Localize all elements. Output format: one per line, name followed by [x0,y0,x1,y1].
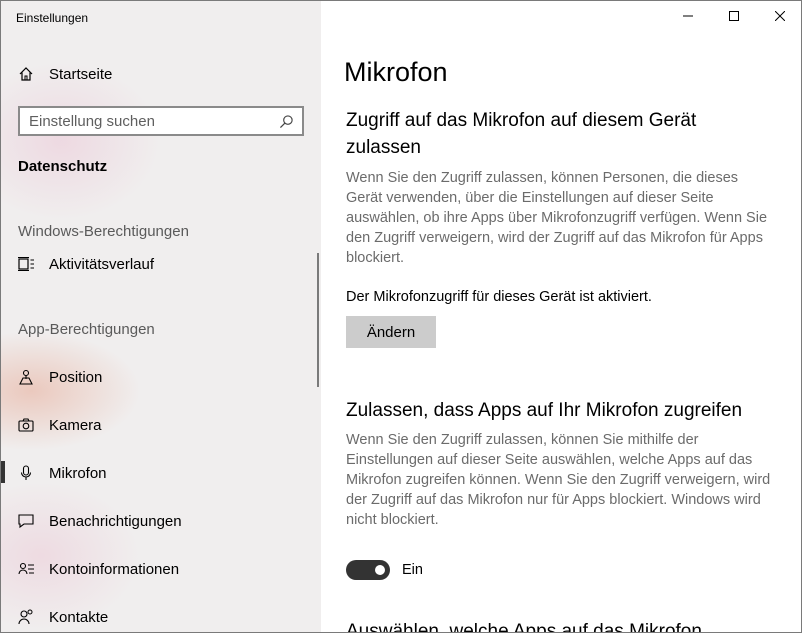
section-heading-app-access: Zulassen, dass Apps auf Ihr Mikrofon zug… [346,400,743,421]
settings-window: Einstellungen Startseite Datenschutz Win… [0,0,802,633]
section-title: Datenschutz [18,158,108,175]
close-icon [774,8,786,26]
section-description-device-access: Wenn Sie den Zugriff zulassen, können Pe… [346,170,768,266]
sidebar-scrollbar[interactable] [317,253,319,387]
search-box[interactable] [18,106,304,136]
camera-icon [17,416,35,434]
sidebar-item-label: Kontakte [49,608,109,626]
sidebar: Einstellungen Startseite Datenschutz Win… [1,1,321,632]
page-title: Mikrofon [344,57,448,87]
section-heading-device-access: Zugriff auf das Mikrofon auf diesem Gerä… [346,110,697,158]
microphone-icon [17,464,35,482]
search-icon[interactable] [276,111,296,131]
sidebar-item-notifications[interactable]: Benachrichtigungen [1,504,321,538]
sidebar-item-account-info[interactable]: Kontoinformationen [1,552,321,586]
sidebar-item-contacts[interactable]: Kontakte [1,600,321,632]
window-title: Einstellungen [16,11,89,25]
location-icon [17,368,35,386]
toggle-knob [375,565,385,575]
main-content: Mikrofon Zugriff auf das Mikrofon auf di… [321,1,801,633]
sidebar-item-label: Position [49,368,103,386]
device-access-status: Der Mikrofonzugriff für dieses Gerät ist… [346,289,652,305]
sidebar-item-home[interactable]: Startseite [1,57,321,91]
sidebar-item-label: Kontoinformationen [49,560,180,578]
search-input[interactable] [20,108,276,134]
account-info-icon [17,560,35,578]
sidebar-item-label: Benachrichtigungen [49,512,182,530]
group-label-apps: App-Berechtigungen [18,321,155,338]
section-heading-choose-apps: Auswählen, welche Apps auf das Mikrofon [346,621,702,633]
maximize-button[interactable] [711,1,757,33]
toggle-state-label: Ein [402,562,423,578]
sidebar-item-label: Mikrofon [49,464,107,482]
minimize-button[interactable] [665,1,711,33]
sidebar-item-label: Startseite [49,65,113,83]
notifications-icon [17,512,35,530]
app-access-toggle[interactable] [346,560,390,580]
sidebar-item-microphone[interactable]: Mikrofon [1,456,321,490]
group-label-windows: Windows-Berechtigungen [18,223,189,240]
minimize-icon [683,8,693,26]
sidebar-item-activity-history[interactable]: Aktivitätsverlauf [1,247,321,281]
change-button[interactable]: Ändern [346,316,436,348]
sidebar-item-camera[interactable]: Kamera [1,408,321,442]
close-button[interactable] [757,1,801,33]
sidebar-item-position[interactable]: Position [1,360,321,394]
sidebar-item-label: Kamera [49,416,102,434]
contacts-icon [17,608,35,626]
sidebar-item-label: Aktivitätsverlauf [49,255,155,273]
home-icon [17,65,35,83]
activity-history-icon [17,255,35,273]
maximize-icon [729,8,739,26]
section-description-app-access: Wenn Sie den Zugriff zulassen, können Si… [346,432,771,528]
